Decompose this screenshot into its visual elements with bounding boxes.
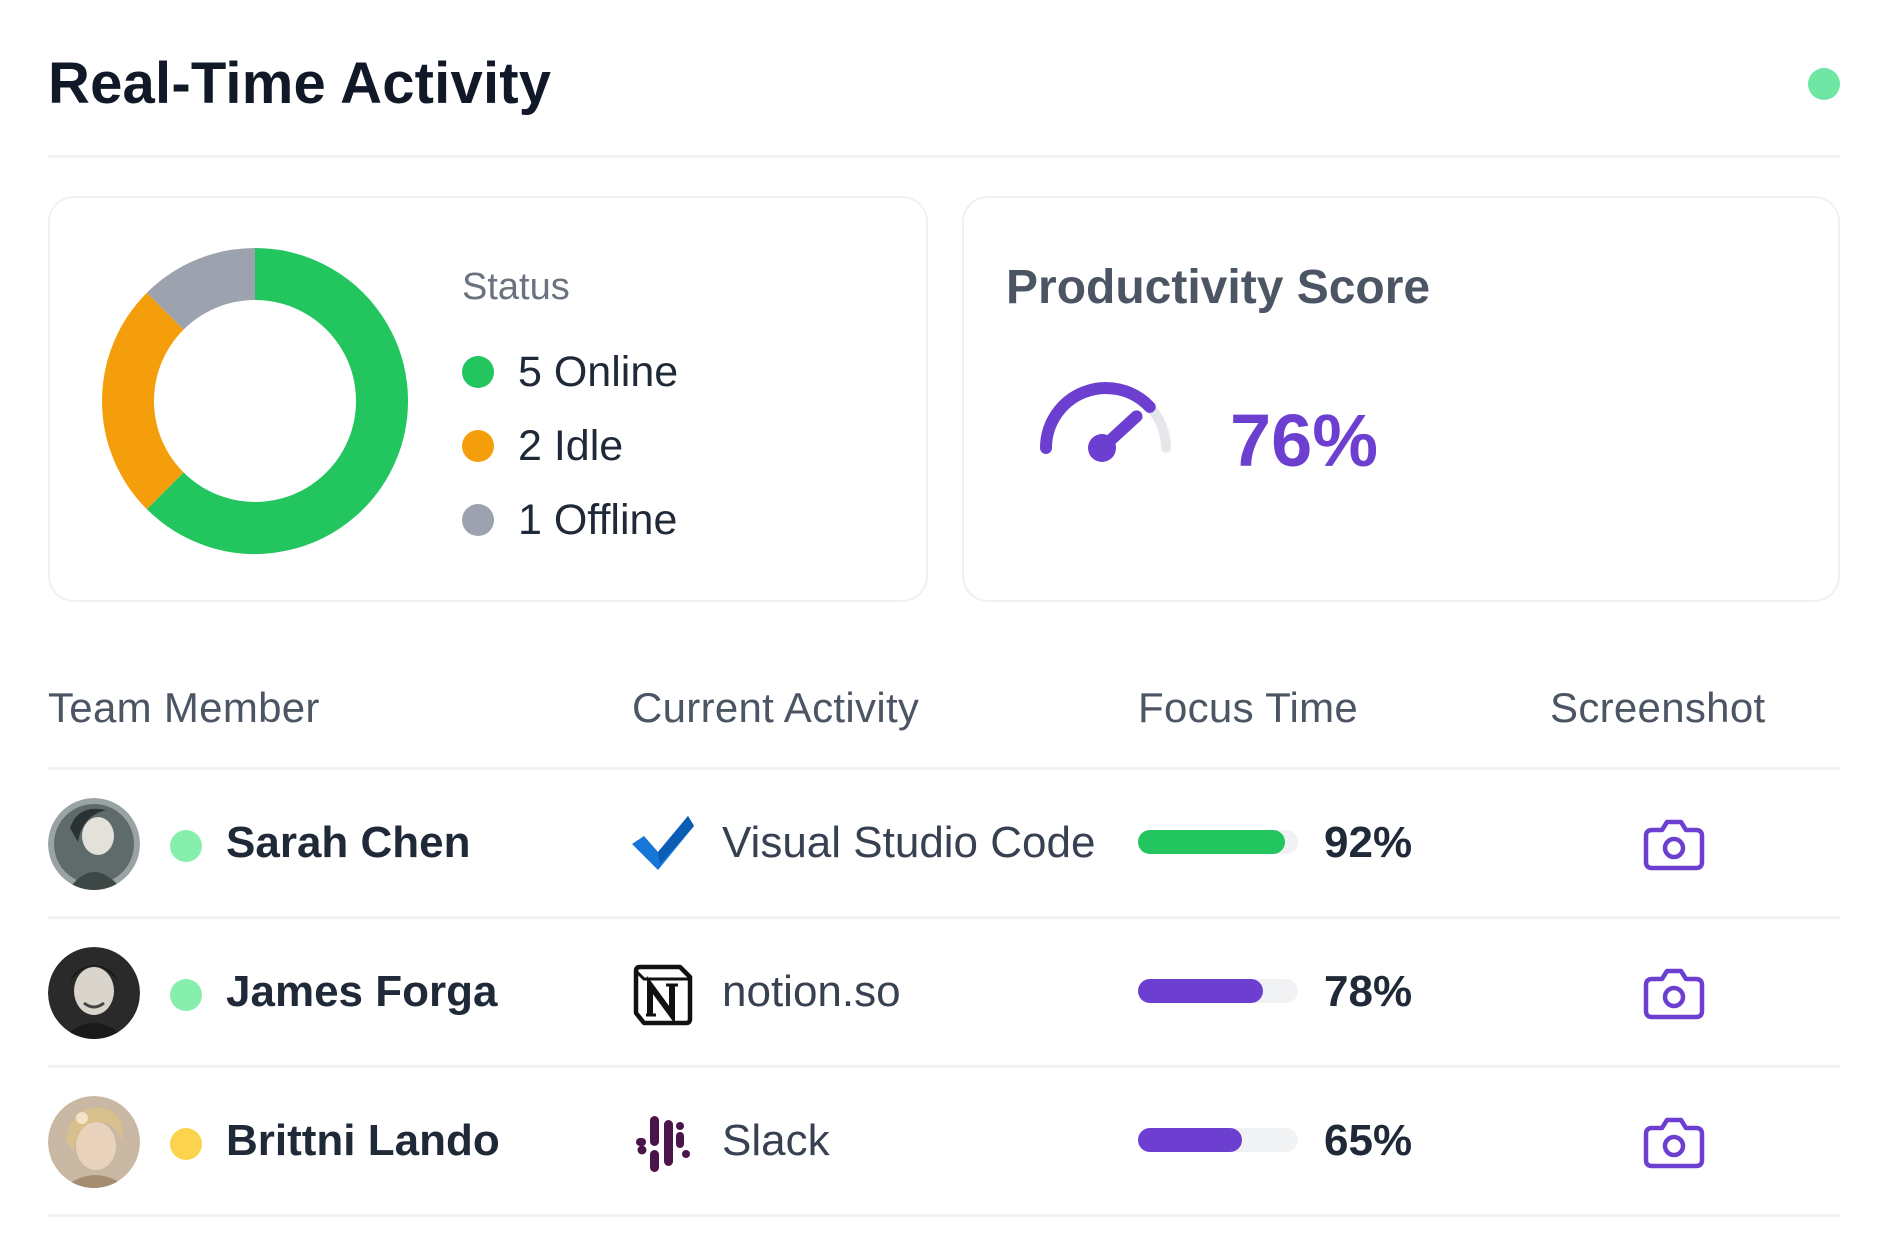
- legend-online-label: 5 Online: [518, 347, 679, 396]
- camera-icon[interactable]: [1642, 1112, 1706, 1172]
- legend-offline: 1 Offline: [462, 483, 678, 557]
- member-name: Brittni Lando: [226, 1116, 500, 1165]
- team-table-header: Team Member Current Activity Focus Time …: [48, 660, 1840, 770]
- status-dot: [170, 830, 202, 862]
- table-row: Brittni Lando Slack 65%: [48, 1068, 1840, 1217]
- app-name: Slack: [722, 1116, 830, 1165]
- status-dot: [170, 979, 202, 1011]
- focus-bar-fill: [1138, 830, 1286, 854]
- status-legend-title: Status: [462, 266, 570, 308]
- focus-bar: [1138, 830, 1298, 854]
- member-name: Sarah Chen: [226, 818, 471, 867]
- status-legend: Status 5 Online 2 Idle 1 Offline: [462, 266, 678, 557]
- avatar: [48, 798, 140, 890]
- app-name: Visual Studio Code: [722, 818, 1096, 867]
- header-screenshot: Screenshot: [1550, 684, 1766, 731]
- legend-online: 5 Online: [462, 335, 678, 409]
- header-current-activity: Current Activity: [632, 684, 920, 731]
- live-indicator: [1808, 68, 1840, 100]
- offline-dot: [462, 504, 494, 536]
- idle-dot: [462, 430, 494, 462]
- camera-icon[interactable]: [1642, 814, 1706, 874]
- legend-offline-label: 1 Offline: [518, 495, 678, 544]
- focus-percent: 78%: [1324, 967, 1413, 1016]
- focus-percent: 65%: [1324, 1116, 1413, 1165]
- focus-bar-fill: [1138, 1128, 1242, 1152]
- donut-segment-offline: [146, 248, 256, 331]
- header-focus-time: Focus Time: [1138, 684, 1359, 731]
- gauge-hub: [1088, 434, 1116, 462]
- avatar: [48, 1096, 140, 1188]
- panel-header: Real-Time Activity: [48, 40, 1840, 158]
- status-card: Status 5 Online 2 Idle 1 Offline: [48, 196, 928, 602]
- focus-bar: [1138, 979, 1298, 1003]
- app-name: notion.so: [722, 967, 901, 1016]
- avatar: [48, 947, 140, 1039]
- status-dot: [170, 1128, 202, 1160]
- legend-idle-label: 2 Idle: [518, 421, 624, 470]
- focus-bar: [1138, 1128, 1298, 1152]
- notion-icon: [633, 964, 693, 1026]
- productivity-card: Productivity Score 76%: [962, 196, 1840, 602]
- slack-icon: [636, 1116, 690, 1172]
- real-time-activity-panel: Real-Time Activity Status 5 Online 2 Idl…: [0, 0, 1880, 1248]
- table-row: James Forga notion.so 78%: [48, 919, 1840, 1068]
- online-dot: [462, 356, 494, 388]
- productivity-value: 76%: [1230, 399, 1379, 482]
- legend-idle: 2 Idle: [462, 409, 678, 483]
- header-team-member: Team Member: [48, 684, 320, 731]
- productivity-title: Productivity Score: [1006, 261, 1431, 314]
- donut-segment-idle: [102, 292, 185, 510]
- focus-bar-fill: [1138, 979, 1263, 1003]
- gauge-icon: [1040, 382, 1171, 462]
- camera-icon[interactable]: [1642, 963, 1706, 1023]
- member-name: James Forga: [226, 967, 498, 1016]
- panel-title: Real-Time Activity: [48, 51, 552, 116]
- focus-percent: 92%: [1324, 818, 1413, 867]
- vscode-icon: [632, 816, 694, 870]
- status-donut-chart: [102, 248, 408, 554]
- table-row: Sarah Chen Visual Studio Code 92%: [48, 770, 1840, 919]
